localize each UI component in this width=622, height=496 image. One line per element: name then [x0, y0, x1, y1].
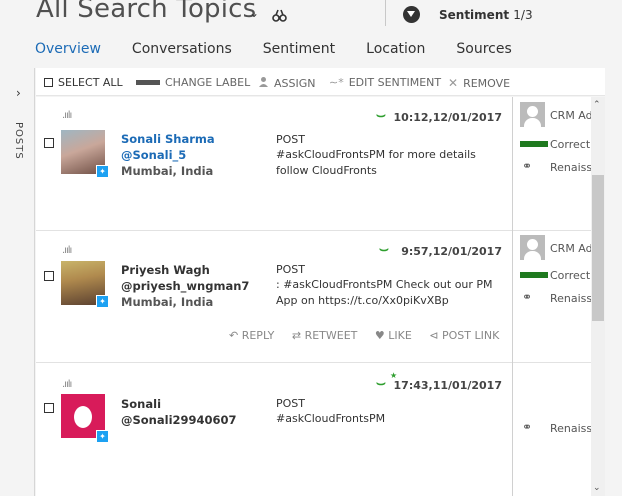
- change-label-label: CHANGE LABEL: [165, 76, 251, 89]
- remove-label: REMOVE: [463, 76, 511, 90]
- owner-avatar-icon: [520, 235, 545, 260]
- linked-record[interactable]: Renaissance: [550, 422, 591, 435]
- assign-button[interactable]: ASSIGN: [258, 76, 316, 90]
- author-location: Mumbai, India: [121, 164, 214, 178]
- author-name[interactable]: Sonali: [121, 397, 161, 411]
- post-checkbox[interactable]: [44, 138, 54, 148]
- status-bar: [520, 272, 548, 278]
- post-type: POST: [276, 133, 305, 146]
- author-handle[interactable]: @priyesh_wngman7: [121, 279, 249, 293]
- post-toolbar: SELECT ALL CHANGE LABEL ASSIGN ∼* EDIT SE…: [36, 68, 605, 96]
- like-button[interactable]: ♥ LIKE: [375, 329, 412, 342]
- owner-name: CRM Admin: [550, 242, 591, 255]
- tab-sentiment[interactable]: Sentiment: [263, 41, 335, 57]
- heart-icon: ♥: [374, 329, 385, 342]
- post-link-label: POST LINK: [442, 329, 500, 342]
- twitter-icon: ✦: [96, 165, 109, 178]
- person-icon: [258, 76, 269, 90]
- post-actions: ↶ REPLY ⇄ RETWEET ♥ LIKE ⊲ POST LINK: [229, 329, 513, 342]
- tab-bar: Overview Conversations Sentiment Locatio…: [35, 41, 543, 57]
- retweet-icon: ⇄: [291, 329, 302, 342]
- close-icon: ✕: [448, 76, 459, 90]
- post-item: .ıılı ⌣ 10:12,12/01/2017 ✦ Sonali Sharma…: [36, 97, 591, 231]
- post-type: POST: [276, 263, 305, 276]
- status-label: Correct: [550, 269, 591, 282]
- page-title: All Search Topics: [36, 0, 257, 24]
- share-icon: ⊲: [429, 329, 439, 342]
- status-label: Correct: [550, 138, 591, 151]
- filter-icon[interactable]: [403, 6, 420, 23]
- tab-location[interactable]: Location: [366, 41, 425, 57]
- linked-record[interactable]: Renaissance: [550, 292, 591, 305]
- edit-sentiment-label: EDIT SENTIMENT: [348, 76, 442, 89]
- post-checkbox[interactable]: [44, 271, 54, 281]
- twitter-icon: ✦: [96, 430, 109, 443]
- side-divider: [512, 97, 513, 231]
- tab-overview[interactable]: Overview: [35, 41, 101, 57]
- post-text: : #askCloudFrontsPM Check out our PM App…: [276, 278, 493, 307]
- select-all-checkbox[interactable]: [44, 78, 53, 87]
- post-time: 10:12,12/01/2017: [393, 111, 502, 124]
- sentiment-filter[interactable]: Sentiment 1/3: [439, 8, 533, 22]
- author-handle[interactable]: @Sonali29940607: [121, 413, 237, 427]
- post-checkbox[interactable]: [44, 403, 54, 413]
- tab-conversations[interactable]: Conversations: [132, 41, 232, 57]
- post-item: .ıılı ⌣ 9:57,12/01/2017 ✦ Priyesh Wagh @…: [36, 231, 591, 363]
- post-time: 9:57,12/01/2017: [401, 245, 502, 258]
- signal-icon: .ıılı: [62, 379, 72, 390]
- title-chevron-down-icon[interactable]: ⌄: [249, 6, 259, 20]
- reply-icon: ↶: [229, 329, 239, 342]
- edit-sentiment-button[interactable]: ∼* EDIT SENTIMENT: [329, 76, 441, 89]
- post-text: #askCloudFrontsPM for more details follo…: [276, 148, 476, 177]
- author-name[interactable]: Priyesh Wagh: [121, 263, 210, 277]
- sentiment-filter-page: 1/3: [513, 8, 533, 22]
- author-handle[interactable]: @Sonali_5: [121, 148, 186, 162]
- signal-icon: .ıılı: [62, 110, 72, 121]
- signal-icon: .ıılı: [62, 245, 72, 256]
- smiley-edit-icon: ∼*: [329, 76, 344, 89]
- author-location: Mumbai, India: [121, 295, 214, 309]
- post-time: 17:43,11/01/2017: [393, 379, 502, 392]
- scroll-up-chevron-icon[interactable]: ⌃: [593, 100, 601, 110]
- retweet-label: RETWEET: [304, 329, 358, 342]
- status-bar: [520, 141, 548, 147]
- positive-sentiment-icon[interactable]: ⌣: [376, 106, 386, 124]
- posts-rail-label: POSTS: [13, 122, 24, 160]
- post-type: POST: [276, 397, 305, 410]
- positive-sentiment-icon[interactable]: ⌣: [376, 374, 386, 392]
- reply-button[interactable]: ↶ REPLY: [229, 329, 274, 342]
- post-list: .ıılı ⌣ 10:12,12/01/2017 ✦ Sonali Sharma…: [36, 97, 591, 496]
- like-label: LIKE: [388, 329, 412, 342]
- assign-label: ASSIGN: [274, 76, 316, 90]
- link-icon: ⚭: [522, 290, 533, 304]
- select-all-label: SELECT ALL: [58, 76, 123, 89]
- post-text: #askCloudFrontsPM: [276, 412, 386, 425]
- side-divider: [512, 231, 513, 363]
- scrollbar-thumb[interactable]: [592, 175, 604, 321]
- retweet-button[interactable]: ⇄ RETWEET: [292, 329, 358, 342]
- label-bar-icon: [136, 80, 160, 85]
- post-item: .ıılı ⌣ ★ 17:43,11/01/2017 ✦ Sonali @Son…: [36, 363, 591, 496]
- header-divider: [385, 0, 386, 26]
- reply-label: REPLY: [241, 329, 275, 342]
- select-all-button[interactable]: SELECT ALL: [44, 76, 123, 89]
- owner-avatar-icon: [520, 102, 545, 127]
- linked-record[interactable]: Renaissance: [550, 161, 591, 174]
- side-divider: [512, 363, 513, 496]
- binoculars-icon[interactable]: [272, 8, 288, 27]
- post-link-button[interactable]: ⊲ POST LINK: [429, 329, 499, 342]
- positive-sentiment-icon[interactable]: ⌣: [379, 240, 389, 258]
- remove-button[interactable]: ✕ REMOVE: [448, 76, 510, 90]
- expand-rail-chevron-icon[interactable]: ›: [16, 86, 21, 100]
- tab-sources[interactable]: Sources: [456, 41, 511, 57]
- sentiment-filter-label: Sentiment: [439, 8, 510, 22]
- owner-name: CRM Admin: [550, 109, 591, 122]
- twitter-icon: ✦: [96, 295, 109, 308]
- author-name[interactable]: Sonali Sharma: [121, 132, 215, 146]
- scroll-down-chevron-icon[interactable]: ⌄: [593, 483, 601, 493]
- link-icon: ⚭: [522, 420, 533, 434]
- link-icon: ⚭: [522, 159, 533, 173]
- change-label-button[interactable]: CHANGE LABEL: [136, 76, 250, 89]
